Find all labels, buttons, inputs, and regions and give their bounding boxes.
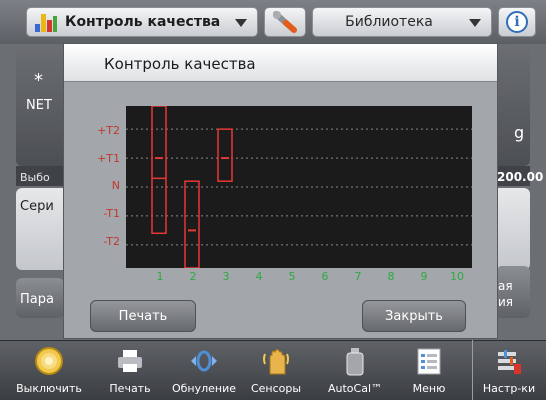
toolbar-power-off[interactable]: Выключить bbox=[16, 340, 82, 400]
menu-list-icon bbox=[417, 348, 441, 375]
sample-range-box bbox=[217, 128, 233, 182]
toolbar-label: Настр-ки bbox=[482, 382, 536, 395]
toolbar-separator bbox=[472, 340, 473, 400]
x-tick-label: 2 bbox=[189, 270, 197, 283]
info-icon: i bbox=[506, 11, 528, 33]
wrench-button[interactable] bbox=[264, 7, 306, 37]
chevron-down-icon bbox=[469, 19, 481, 27]
y-tick-label: +T2 bbox=[97, 124, 120, 137]
stability-indicator: * bbox=[34, 70, 43, 91]
sample-box bbox=[151, 105, 167, 235]
x-tick-label: 4 bbox=[255, 270, 263, 283]
zero-icon bbox=[191, 350, 217, 372]
sample-range-box bbox=[151, 105, 167, 235]
info-button[interactable]: i bbox=[498, 7, 536, 37]
net-indicator: NET bbox=[26, 98, 52, 113]
wrench-icon bbox=[273, 11, 297, 33]
calibration-weight-icon bbox=[346, 348, 364, 376]
toolbar-print[interactable]: Печать bbox=[97, 340, 163, 400]
chevron-down-icon bbox=[235, 19, 247, 27]
toolbar-label: AutoCal™ bbox=[327, 382, 383, 395]
library-button[interactable]: Библиотека bbox=[312, 7, 492, 37]
x-tick-label: 6 bbox=[321, 270, 329, 283]
toolbar-settings[interactable]: Настр-ки bbox=[476, 340, 542, 400]
series-label: Сери bbox=[20, 199, 54, 214]
print-button[interactable]: Печать bbox=[90, 300, 196, 332]
sample-box bbox=[184, 180, 200, 269]
control-chart bbox=[126, 105, 472, 269]
toolbar-menu[interactable]: Меню bbox=[396, 340, 462, 400]
settings-icon bbox=[498, 350, 521, 374]
x-tick-label: 9 bbox=[420, 270, 428, 283]
toolbar-sensors[interactable]: Сенсоры bbox=[243, 340, 309, 400]
toolbar-label: Сенсоры bbox=[250, 382, 302, 395]
toolbar-label: Меню bbox=[412, 382, 446, 395]
x-tick-label: 10 bbox=[450, 270, 464, 283]
quality-control-dialog: Контроль качества +T2 +T1 N -T1 -T2 1 2 … bbox=[64, 44, 497, 338]
sample-range-box bbox=[184, 180, 200, 269]
printer-icon bbox=[118, 350, 142, 372]
hand-sensor-icon bbox=[263, 349, 289, 375]
y-tick-label: -T1 bbox=[103, 207, 120, 220]
parameters-label: Пара bbox=[20, 292, 54, 307]
toolbar-label: Печать bbox=[109, 382, 151, 395]
x-tick-label: 3 bbox=[222, 270, 230, 283]
dialog-header: Контроль качества bbox=[64, 44, 497, 82]
right-action-line-2: ия bbox=[498, 295, 514, 309]
toolbar-label: Выключить bbox=[16, 382, 82, 395]
dialog-title: Контроль качества bbox=[104, 55, 256, 73]
y-tick-label: +T1 bbox=[97, 152, 120, 165]
y-tick-label: -T2 bbox=[103, 235, 120, 248]
sample-box bbox=[217, 128, 233, 182]
unit-label: g bbox=[514, 123, 525, 142]
right-action-line-1: ая bbox=[498, 279, 513, 293]
target-value: 200.00 bbox=[497, 170, 544, 184]
application-name: Контроль качества bbox=[65, 14, 221, 30]
x-tick-label: 1 bbox=[156, 270, 164, 283]
close-button[interactable]: Закрыть bbox=[362, 300, 466, 332]
application-selector[interactable]: Контроль качества bbox=[26, 7, 258, 37]
power-icon bbox=[35, 347, 63, 375]
select-label: Выбо bbox=[20, 171, 50, 184]
toolbar-label: Обнуление bbox=[171, 382, 237, 395]
x-tick-label: 7 bbox=[354, 270, 362, 283]
right-action-label: ая ия bbox=[498, 278, 513, 310]
top-bar: Контроль качества Библиотека i bbox=[0, 0, 546, 44]
bar-chart-icon bbox=[35, 12, 57, 32]
y-tick-label: N bbox=[111, 179, 120, 192]
x-tick-label: 8 bbox=[387, 270, 395, 283]
control-chart-svg bbox=[126, 105, 472, 269]
toolbar-zero[interactable]: Обнуление bbox=[171, 340, 237, 400]
toolbar-autocal[interactable]: AutoCal™ bbox=[322, 340, 388, 400]
x-tick-label: 5 bbox=[288, 270, 296, 283]
library-label: Библиотека bbox=[345, 14, 433, 30]
